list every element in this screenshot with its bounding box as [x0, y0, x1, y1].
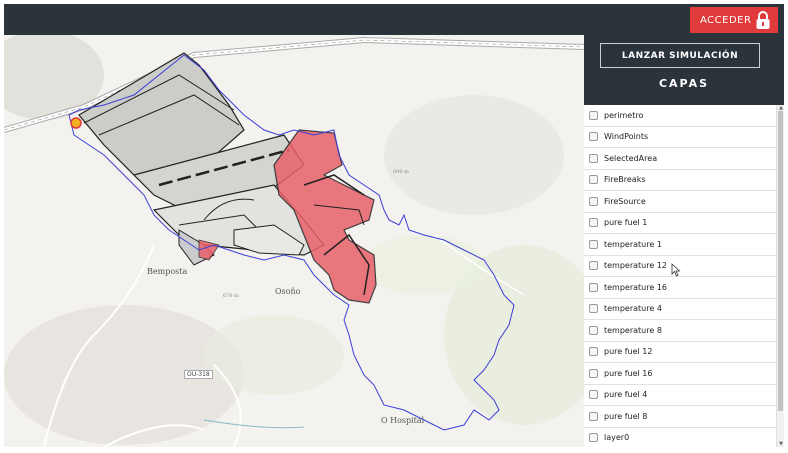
top-bar: ACCEDER	[4, 4, 784, 35]
layers-panel: LANZAR SIMULACIÓN CAPAS perimetro WindPo…	[584, 35, 784, 447]
layer-label: SelectedArea	[604, 153, 658, 163]
layer-label: layer0	[604, 433, 630, 443]
elevation-label: 678 m	[223, 293, 239, 299]
layers-title: CAPAS	[658, 77, 710, 90]
layer-item-pure-fuel-1[interactable]: pure fuel 1	[584, 213, 776, 234]
layer-item-temperature-8[interactable]: temperature 8	[584, 320, 776, 342]
layer-list-scrollbar[interactable]: ▲ ▼	[776, 105, 784, 447]
layer-label: pure fuel 4	[604, 390, 648, 400]
layer-label: temperature 4	[604, 304, 662, 314]
layer-checkbox[interactable]	[589, 175, 598, 185]
scroll-down-icon[interactable]: ▼	[778, 441, 784, 447]
layer-item-pure-fuel-8[interactable]: pure fuel 8	[584, 406, 776, 428]
map-view[interactable]: Bemposta Osoño O Hospital OU-318 690 m 6…	[4, 35, 584, 447]
padlock-icon	[756, 11, 770, 29]
layer-checkbox[interactable]	[589, 304, 598, 314]
layer-label: temperature 1	[604, 239, 662, 249]
road-shield: OU-318	[184, 370, 213, 379]
layer-label: temperature 16	[604, 282, 668, 292]
layer-label: WindPoints	[604, 132, 649, 142]
layer-checkbox[interactable]	[589, 347, 598, 357]
login-button[interactable]: ACCEDER	[690, 7, 778, 33]
layer-checkbox[interactable]	[589, 153, 598, 163]
place-label-bemposta: Bemposta	[147, 267, 188, 276]
launch-simulation-button[interactable]: LANZAR SIMULACIÓN	[600, 43, 760, 68]
layer-label: temperature 12	[604, 261, 668, 271]
layer-item-firebreaks[interactable]: FireBreaks	[584, 170, 776, 191]
scroll-thumb[interactable]	[778, 111, 783, 411]
layer-checkbox[interactable]	[589, 196, 598, 206]
mouse-cursor-icon	[671, 263, 681, 277]
elevation-label: 690 m	[393, 169, 409, 175]
layer-item-layer0[interactable]: layer0	[584, 428, 776, 448]
layer-item-pure-fuel-4[interactable]: pure fuel 4	[584, 385, 776, 406]
layer-label: FireBreaks	[604, 175, 646, 185]
layer-label: perimetro	[604, 110, 644, 120]
layer-checkbox[interactable]	[589, 282, 598, 292]
layer-label: pure fuel 8	[604, 411, 648, 421]
layer-checkbox[interactable]	[589, 433, 598, 443]
layer-item-temperature-16[interactable]: temperature 16	[584, 277, 776, 299]
map-canvas[interactable]	[4, 35, 584, 447]
layer-item-pure-fuel-16[interactable]: pure fuel 16	[584, 363, 776, 385]
layer-checkbox[interactable]	[589, 239, 598, 249]
layer-label: pure fuel 12	[604, 347, 653, 357]
panel-header: LANZAR SIMULACIÓN CAPAS	[584, 35, 784, 105]
layer-item-temperature-4[interactable]: temperature 4	[584, 299, 776, 320]
layer-checkbox[interactable]	[589, 411, 598, 421]
place-label-osono: Osoño	[275, 287, 301, 296]
layer-item-temperature-1[interactable]: temperature 1	[584, 234, 776, 256]
layer-checkbox[interactable]	[589, 261, 598, 271]
layer-label: pure fuel 1	[604, 218, 648, 228]
layer-checkbox[interactable]	[589, 390, 598, 400]
login-label: ACCEDER	[700, 14, 752, 26]
fire-source-marker	[70, 117, 82, 129]
app-window: ACCEDER Bemposta Osoño O Hospital OU-318…	[4, 4, 784, 447]
layer-checkbox[interactable]	[589, 218, 598, 228]
layer-checkbox[interactable]	[589, 132, 598, 142]
layer-checkbox[interactable]	[589, 368, 598, 378]
layer-checkbox[interactable]	[589, 325, 598, 335]
layer-item-firesource[interactable]: FireSource	[584, 191, 776, 213]
layer-item-perimetro[interactable]: perimetro	[584, 105, 776, 127]
layer-item-pure-fuel-12[interactable]: pure fuel 12	[584, 342, 776, 363]
layer-label: pure fuel 16	[604, 368, 653, 378]
layer-item-windpoints[interactable]: WindPoints	[584, 127, 776, 148]
layer-label: FireSource	[604, 196, 646, 206]
place-label-hospital: O Hospital	[381, 416, 425, 425]
layer-checkbox[interactable]	[589, 110, 598, 120]
layer-label: temperature 8	[604, 325, 662, 335]
layer-item-selectedarea[interactable]: SelectedArea	[584, 148, 776, 170]
